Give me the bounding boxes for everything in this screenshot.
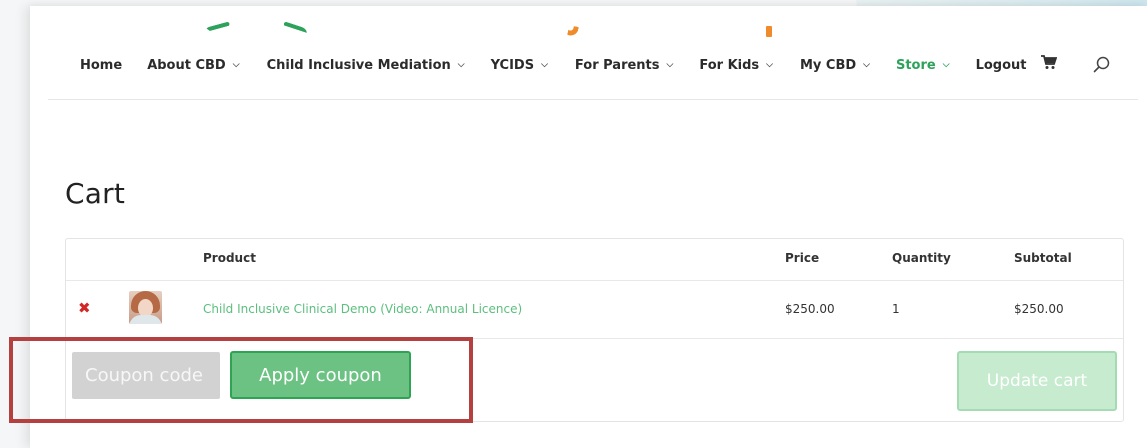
nav-item-about-cbd[interactable]: About CBD ⌵ bbox=[147, 58, 239, 73]
nav-item-for-kids[interactable]: For Kids ⌵ bbox=[699, 58, 773, 73]
nav-divider bbox=[48, 99, 1138, 100]
price-cell: $250.00 bbox=[785, 302, 835, 316]
table-header: Product Price Quantity Subtotal bbox=[66, 239, 1123, 281]
nav-item-child-inclusive-mediation[interactable]: Child Inclusive Mediation ⌵ bbox=[267, 58, 465, 73]
thumbnail-detail bbox=[129, 315, 162, 324]
chevron-down-icon: ⌵ bbox=[766, 60, 773, 70]
chevron-down-icon: ⌵ bbox=[457, 60, 465, 70]
column-header-product: Product bbox=[203, 251, 256, 265]
apply-coupon-button[interactable]: Apply coupon bbox=[230, 351, 411, 399]
cart-table: Product Price Quantity Subtotal ✖ Child … bbox=[65, 238, 1124, 422]
logo-fragment bbox=[766, 26, 772, 37]
column-header-price: Price bbox=[785, 251, 820, 265]
nav-item-label: For Parents bbox=[574, 57, 660, 73]
nav-item-label: Home bbox=[80, 57, 123, 73]
column-header-subtotal: Subtotal bbox=[1014, 251, 1072, 265]
nav-item-label: My CBD bbox=[799, 57, 857, 73]
chevron-down-icon: ⌵ bbox=[942, 60, 950, 70]
search-icon[interactable] bbox=[1093, 56, 1110, 77]
nav-item-store[interactable]: Store ⌵ bbox=[896, 58, 950, 73]
chevron-down-icon: ⌵ bbox=[666, 60, 674, 70]
page-title: Cart bbox=[65, 177, 125, 210]
product-link[interactable]: Child Inclusive Clinical Demo (Video: An… bbox=[203, 302, 522, 316]
cart-icon[interactable] bbox=[1041, 55, 1058, 74]
nav-item-label: About CBD bbox=[147, 57, 226, 73]
quantity-cell[interactable]: 1 bbox=[892, 302, 900, 316]
nav-item-label: Child Inclusive Mediation bbox=[266, 57, 451, 73]
main-navigation: Home About CBD ⌵ Child Inclusive Mediati… bbox=[80, 55, 1026, 75]
close-icon[interactable]: ✖ bbox=[78, 299, 91, 317]
update-cart-button[interactable]: Update cart bbox=[957, 351, 1117, 411]
nav-item-home[interactable]: Home bbox=[80, 58, 122, 73]
nav-item-logout[interactable]: Logout bbox=[976, 58, 1027, 73]
chevron-down-icon: ⌵ bbox=[541, 60, 548, 70]
table-row: ✖ Child Inclusive Clinical Demo (Video: … bbox=[66, 281, 1123, 339]
nav-item-ycids[interactable]: YCIDS ⌵ bbox=[491, 58, 548, 73]
nav-item-label: YCIDS bbox=[490, 57, 535, 73]
nav-item-for-parents[interactable]: For Parents ⌵ bbox=[575, 58, 673, 73]
nav-item-label: For Kids bbox=[699, 57, 760, 73]
nav-item-label: Logout bbox=[975, 57, 1027, 73]
subtotal-cell: $250.00 bbox=[1014, 302, 1064, 316]
coupon-code-input[interactable] bbox=[72, 352, 220, 399]
chevron-down-icon: ⌵ bbox=[863, 60, 870, 70]
nav-item-my-cbd[interactable]: My CBD ⌵ bbox=[800, 58, 870, 73]
cart-actions: Apply coupon Update cart bbox=[66, 339, 1123, 423]
product-thumbnail[interactable] bbox=[129, 291, 162, 324]
nav-item-label: Store bbox=[895, 57, 936, 73]
chevron-down-icon: ⌵ bbox=[232, 60, 240, 70]
column-header-quantity: Quantity bbox=[892, 251, 951, 265]
